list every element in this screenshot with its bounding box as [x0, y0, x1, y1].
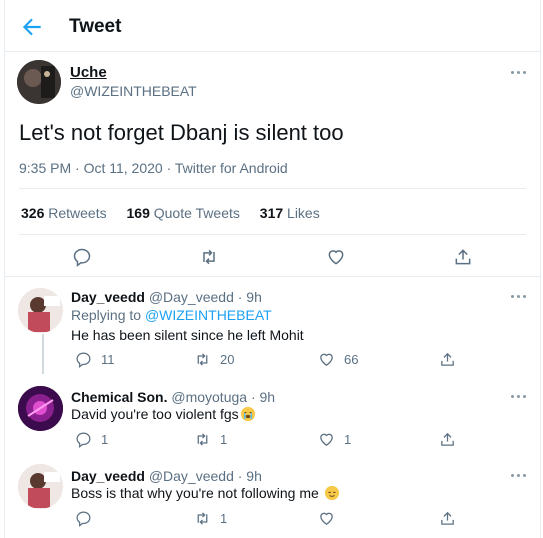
- reply-text: Boss is that why you're not following me: [71, 485, 339, 501]
- thread-line: [42, 334, 44, 374]
- reply-count: 1: [101, 432, 109, 447]
- more-options-icon[interactable]: [511, 471, 529, 479]
- like-count: 66: [344, 352, 359, 367]
- reply-text: David you're too violent fgs: [71, 406, 255, 422]
- retweet-count: 20: [220, 352, 235, 367]
- like-icon[interactable]: [326, 247, 346, 267]
- avatar[interactable]: [18, 288, 63, 333]
- retweet-count: 1: [220, 511, 228, 526]
- more-options-icon[interactable]: [511, 68, 529, 76]
- author-name[interactable]: Uche: [70, 64, 107, 81]
- tweet-meta: 9:35 PM · Oct 11, 2020 · Twitter for And…: [19, 160, 288, 176]
- avatar[interactable]: [17, 60, 61, 104]
- reply-count: 11: [101, 352, 115, 367]
- avatar[interactable]: [18, 464, 63, 509]
- share-icon[interactable]: [453, 247, 473, 267]
- more-options-icon[interactable]: [511, 392, 529, 400]
- more-options-icon[interactable]: [511, 292, 529, 300]
- author-handle[interactable]: @WIZEINTHEBEAT: [70, 83, 197, 99]
- retweets-stat[interactable]: 326 Retweets: [21, 205, 107, 221]
- like-count: 1: [344, 432, 352, 447]
- tweet-stats: 326 Retweets 169 Quote Tweets 317 Likes: [21, 205, 320, 221]
- divider: [5, 276, 540, 277]
- reply-text: He has been silent since he left Mohit: [71, 327, 304, 343]
- reply-meta: @moyotuga · 9h: [171, 389, 276, 405]
- divider: [19, 188, 526, 189]
- reply-author[interactable]: Day_veedd @Day_veedd · 9h: [71, 468, 262, 484]
- tweet-actions: [5, 238, 540, 276]
- replying-to: Replying to @WIZEINTHEBEAT: [71, 307, 272, 323]
- reply-meta: @Day_veedd · 9h: [148, 468, 262, 484]
- reply-author[interactable]: Chemical Son. @moyotuga · 9h: [71, 389, 275, 405]
- relieved-face-emoji: [324, 486, 339, 500]
- page-header: Tweet: [5, 0, 540, 52]
- retweet-count: 1: [220, 432, 228, 447]
- retweet-icon[interactable]: [199, 247, 219, 267]
- back-arrow-icon[interactable]: [19, 14, 45, 40]
- reply-icon[interactable]: [72, 247, 92, 267]
- quote-tweets-stat[interactable]: 169 Quote Tweets: [127, 205, 240, 221]
- likes-stat[interactable]: 317 Likes: [260, 205, 320, 221]
- divider: [19, 234, 526, 235]
- reply-author[interactable]: Day_veedd @Day_veedd · 9h: [71, 289, 262, 305]
- reply-meta: @Day_veedd · 9h: [148, 289, 262, 305]
- tweet-text: Let's not forget Dbanj is silent too: [19, 120, 344, 145]
- page-title: Tweet: [69, 16, 122, 37]
- avatar[interactable]: [18, 386, 63, 431]
- replying-to-handle[interactable]: @WIZEINTHEBEAT: [145, 307, 272, 323]
- tweet-page: Tweet Uche @WIZEINTHEBEAT Let's not forg…: [4, 0, 541, 538]
- loudly-crying-face-emoji: [240, 407, 255, 421]
